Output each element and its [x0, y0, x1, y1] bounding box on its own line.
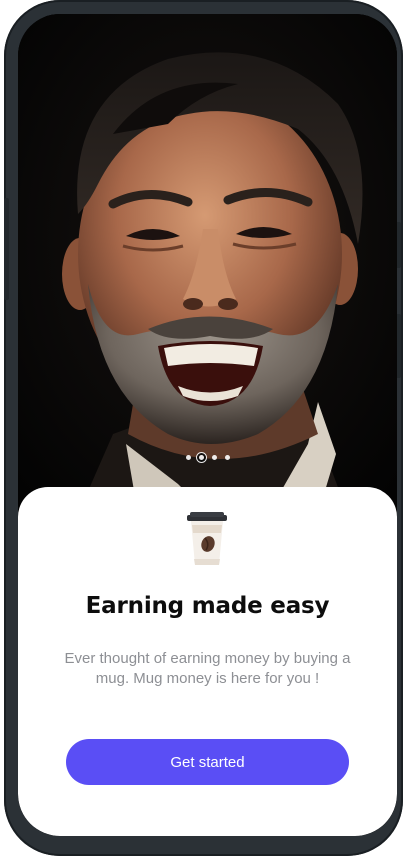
onboarding-card: Earning made easy Ever thought of earnin… [18, 487, 397, 836]
page-dot[interactable] [224, 455, 230, 460]
phone-frame: Earning made easy Ever thought of earnin… [4, 0, 403, 856]
page-indicator [18, 455, 397, 460]
get-started-button[interactable]: Get started [66, 739, 349, 785]
page-dot[interactable] [185, 455, 191, 460]
screen: Earning made easy Ever thought of earnin… [18, 14, 397, 836]
volume-button [4, 198, 9, 300]
page-dot[interactable] [211, 455, 217, 460]
hero-photo [18, 14, 397, 514]
page-dot-active[interactable] [198, 455, 204, 460]
coffee-cup-icon [187, 512, 227, 565]
onboarding-subtitle: Ever thought of earning money by buying … [64, 650, 351, 687]
onboarding-title: Earning made easy [85, 593, 330, 619]
smiling-man-image [18, 14, 397, 514]
